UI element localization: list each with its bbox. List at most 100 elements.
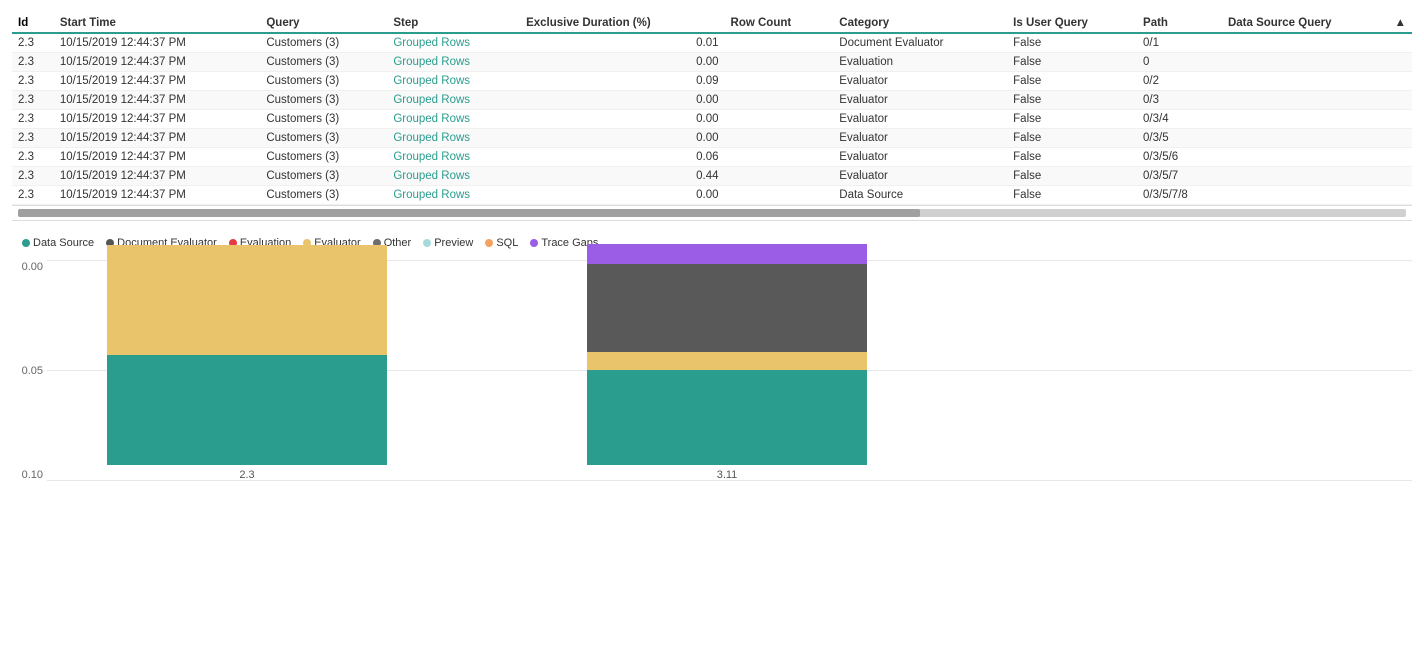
table-row: 2.310/15/2019 12:44:37 PMCustomers (3)Gr… (12, 148, 1412, 167)
table-cell (725, 33, 834, 53)
table-cell: Evaluator (833, 148, 1007, 167)
table-cell: Customers (3) (260, 110, 387, 129)
table-cell: 2.3 (12, 91, 54, 110)
table-cell (1222, 72, 1412, 91)
table-cell: 2.3 (12, 33, 54, 53)
table-cell (725, 91, 834, 110)
scroll-bar[interactable] (12, 205, 1412, 221)
table-header-row: Id Start Time Query Step Exclusive Durat… (12, 14, 1412, 33)
col-header-path[interactable]: Path (1137, 14, 1222, 33)
chart-plot-area: 0.10 0.05 0.00 2.33.11 (12, 261, 1412, 501)
chart-section: Data SourceDocument EvaluatorEvaluationE… (12, 237, 1412, 501)
table-cell (1222, 110, 1412, 129)
table-cell: 2.3 (12, 129, 54, 148)
table-cell: Grouped Rows (387, 129, 520, 148)
y-label-010: 0.10 (22, 469, 43, 481)
col-header-query[interactable]: Query (260, 14, 387, 33)
table-cell: 0 (1137, 53, 1222, 72)
table-cell: Evaluator (833, 91, 1007, 110)
table-cell: 0/3/5 (1137, 129, 1222, 148)
table-cell (1222, 53, 1412, 72)
bar-segment (587, 264, 867, 352)
col-header-exclusive-duration[interactable]: Exclusive Duration (%) (520, 14, 724, 33)
table-cell (1222, 33, 1412, 53)
table-row: 2.310/15/2019 12:44:37 PMCustomers (3)Gr… (12, 33, 1412, 53)
table-cell: Customers (3) (260, 91, 387, 110)
table-cell (725, 167, 834, 186)
legend-item: Data Source (22, 237, 94, 249)
col-header-is-user-query[interactable]: Is User Query (1007, 14, 1137, 33)
table-cell: 0/3/4 (1137, 110, 1222, 129)
table-cell: 0.44 (520, 167, 724, 186)
table-row: 2.310/15/2019 12:44:37 PMCustomers (3)Gr… (12, 91, 1412, 110)
bar-segment (587, 370, 867, 465)
legend-dot (22, 239, 30, 247)
table-cell: Evaluator (833, 129, 1007, 148)
table-row: 2.310/15/2019 12:44:37 PMCustomers (3)Gr… (12, 186, 1412, 205)
col-header-category[interactable]: Category (833, 14, 1007, 33)
table-cell: Evaluator (833, 110, 1007, 129)
bar-group: 3.11 (587, 244, 867, 481)
scroll-thumb[interactable] (18, 209, 920, 217)
legend-dot (530, 239, 538, 247)
y-label-005: 0.05 (22, 365, 43, 377)
col-header-start-time[interactable]: Start Time (54, 14, 260, 33)
bar-group: 2.3 (107, 245, 387, 481)
table-cell: 10/15/2019 12:44:37 PM (54, 186, 260, 205)
table-cell: 10/15/2019 12:44:37 PM (54, 129, 260, 148)
table-cell: Grouped Rows (387, 186, 520, 205)
table-cell (1222, 167, 1412, 186)
table-cell: Grouped Rows (387, 53, 520, 72)
legend-label: Data Source (33, 237, 94, 249)
table-cell: Grouped Rows (387, 33, 520, 53)
trace-table: Id Start Time Query Step Exclusive Durat… (12, 14, 1412, 205)
table-row: 2.310/15/2019 12:44:37 PMCustomers (3)Gr… (12, 110, 1412, 129)
table-cell (1222, 91, 1412, 110)
table-cell: 0/2 (1137, 72, 1222, 91)
bar-label: 3.11 (717, 469, 738, 481)
table-cell: 2.3 (12, 186, 54, 205)
table-cell: 0/3/5/7/8 (1137, 186, 1222, 205)
table-cell: 10/15/2019 12:44:37 PM (54, 72, 260, 91)
table-cell: 0/1 (1137, 33, 1222, 53)
table-cell: Evaluation (833, 53, 1007, 72)
legend-label: Other (384, 237, 412, 249)
col-header-id[interactable]: Id (12, 14, 54, 33)
trace-table-wrapper[interactable]: Id Start Time Query Step Exclusive Durat… (12, 14, 1412, 205)
table-cell (725, 129, 834, 148)
legend-item: Preview (423, 237, 473, 249)
table-cell: Customers (3) (260, 33, 387, 53)
col-header-row-count[interactable]: Row Count (725, 14, 834, 33)
table-cell: 10/15/2019 12:44:37 PM (54, 53, 260, 72)
table-cell: 10/15/2019 12:44:37 PM (54, 110, 260, 129)
table-cell: 0.09 (520, 72, 724, 91)
legend-label: Preview (434, 237, 473, 249)
table-cell: 0/3 (1137, 91, 1222, 110)
legend-dot (485, 239, 493, 247)
table-cell: Customers (3) (260, 186, 387, 205)
table-cell: 10/15/2019 12:44:37 PM (54, 33, 260, 53)
bar-segment (587, 244, 867, 264)
table-cell: Evaluator (833, 72, 1007, 91)
table-cell: Grouped Rows (387, 110, 520, 129)
table-cell (725, 148, 834, 167)
table-cell: 0/3/5/7 (1137, 167, 1222, 186)
table-cell: Customers (3) (260, 167, 387, 186)
legend-dot (423, 239, 431, 247)
table-cell: False (1007, 33, 1137, 53)
table-cell: 2.3 (12, 72, 54, 91)
table-cell: Data Source (833, 186, 1007, 205)
col-header-data-source-query[interactable]: Data Source Query ▲ (1222, 14, 1412, 33)
table-cell (725, 72, 834, 91)
bar-segment (587, 352, 867, 370)
bars-container: 2.33.11 (47, 261, 1412, 481)
table-cell: Grouped Rows (387, 148, 520, 167)
table-cell: Evaluator (833, 167, 1007, 186)
table-row: 2.310/15/2019 12:44:37 PMCustomers (3)Gr… (12, 72, 1412, 91)
chart-plot: 2.33.11 (47, 261, 1412, 481)
table-cell: 0.00 (520, 186, 724, 205)
col-header-step[interactable]: Step (387, 14, 520, 33)
table-cell: False (1007, 167, 1137, 186)
table-cell (1222, 129, 1412, 148)
bar-segment (107, 245, 387, 355)
